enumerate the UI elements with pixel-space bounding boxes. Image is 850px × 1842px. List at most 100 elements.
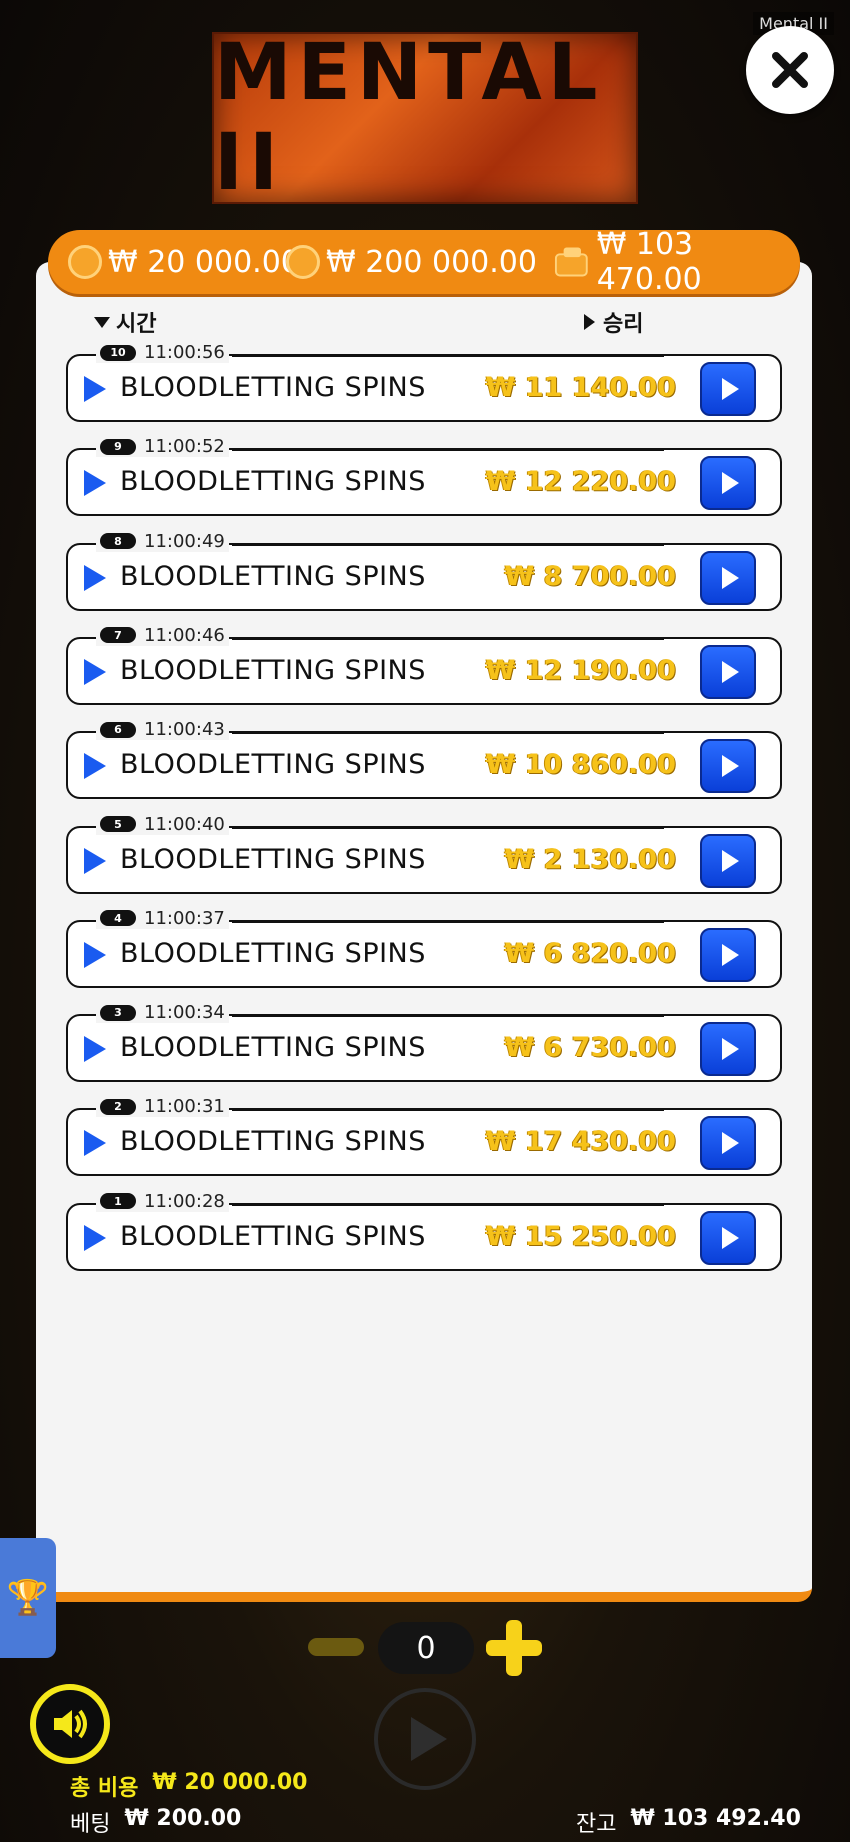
row-win-amount: ₩ 2 130.00 [504, 843, 676, 875]
play-icon [721, 1132, 739, 1155]
replay-button[interactable] [700, 1210, 756, 1265]
row-meta: 7 11:00:46 [96, 624, 664, 646]
row-feature-label: BLOODLETTING SPINS [120, 1220, 426, 1252]
spin-stepper: 0 [0, 1618, 850, 1678]
row-feature-label: BLOODLETTING SPINS [120, 937, 426, 969]
replay-button[interactable] [700, 644, 756, 699]
sort-win-header[interactable]: 승리 [584, 306, 643, 338]
row-time: 11:00:40 [144, 813, 225, 835]
row-index-badge: 3 [100, 1004, 136, 1021]
row-win-amount: ₩ 12 190.00 [485, 654, 676, 686]
play-icon [411, 1717, 447, 1761]
row-meta: 6 11:00:43 [96, 719, 664, 741]
play-icon [84, 1130, 106, 1157]
decrease-button[interactable] [308, 1638, 364, 1656]
logo-text: MENTAL II [214, 28, 604, 208]
row-time: 11:00:49 [144, 530, 225, 552]
replay-button[interactable] [700, 362, 756, 416]
balance-label: 잔고 [576, 1812, 617, 1837]
play-icon [721, 566, 739, 589]
win-header-label: 승리 [603, 312, 644, 337]
time-header-label: 시간 [116, 312, 157, 337]
row-time: 11:00:56 [144, 342, 225, 363]
row-meta: 10 11:00:56 [96, 342, 664, 363]
increase-button[interactable] [486, 1620, 542, 1676]
replay-button[interactable] [700, 1022, 756, 1077]
row-index-badge: 8 [100, 533, 136, 550]
row-time: 11:00:46 [144, 624, 225, 646]
sort-time-header[interactable]: 시간 [94, 306, 156, 338]
balance-stat: ₩ 103 470.00 [554, 227, 800, 297]
row-meta: 4 11:00:37 [96, 907, 664, 929]
play-icon [84, 1224, 106, 1251]
row-meta: 8 11:00:49 [96, 530, 664, 552]
row-time: 11:00:28 [144, 1190, 225, 1212]
replay-button[interactable] [700, 1116, 756, 1171]
stats-bar: ₩ 20 000.00 ₩ 200 000.00 ₩ 103 470.00 [48, 227, 800, 297]
row-feature-label: BLOODLETTING SPINS [120, 1032, 426, 1064]
footer-balance: 잔고 ₩ 103 492.40 [576, 1806, 801, 1838]
play-icon [721, 943, 739, 966]
play-icon [721, 660, 739, 683]
total-bet-stat: ₩ 20 000.00 [68, 245, 300, 280]
row-win-amount: ₩ 12 220.00 [485, 466, 676, 498]
balance-value: ₩ 103 470.00 [596, 227, 702, 297]
spin-button[interactable] [374, 1688, 476, 1790]
sound-button[interactable] [30, 1684, 110, 1764]
row-meta: 1 11:00:28 [96, 1190, 664, 1212]
replay-button[interactable] [700, 927, 756, 982]
total-cost: 총 비용 ₩ 20 000.00 [70, 1770, 308, 1802]
row-feature-label: BLOODLETTING SPINS [120, 1126, 426, 1158]
row-feature-label: BLOODLETTING SPINS [120, 749, 426, 781]
row-time: 11:00:43 [144, 719, 225, 741]
row-index-badge: 4 [100, 910, 136, 927]
row-win-amount: ₩ 6 820.00 [504, 937, 676, 969]
row-win-amount: ₩ 6 730.00 [504, 1032, 676, 1064]
replay-button[interactable] [700, 739, 756, 794]
stepper-value: 0 [378, 1622, 474, 1674]
play-icon [84, 376, 106, 402]
bet: 베팅 ₩ 200.00 [70, 1806, 241, 1838]
row-win-amount: ₩ 11 140.00 [485, 372, 676, 403]
play-icon [84, 941, 106, 968]
total-bet-value: ₩ 20 000.00 [108, 244, 300, 280]
row-meta: 2 11:00:31 [96, 1096, 664, 1118]
row-index-badge: 1 [100, 1193, 136, 1210]
row-index-badge: 9 [100, 438, 136, 455]
row-time: 11:00:31 [144, 1096, 225, 1118]
row-feature-label: BLOODLETTING SPINS [120, 466, 426, 498]
play-icon [84, 564, 106, 591]
play-icon [721, 1226, 739, 1249]
game-logo: MENTAL II [212, 28, 638, 208]
row-win-amount: ₩ 8 700.00 [504, 560, 676, 592]
history-row: 7 11:00:46 BLOODLETTING SPINS ₩ 12 190.00 [66, 624, 782, 705]
bet-label: 베팅 [70, 1812, 111, 1837]
replay-button[interactable] [700, 456, 756, 511]
row-feature-label: BLOODLETTING SPINS [120, 843, 426, 875]
close-button[interactable] [746, 26, 834, 114]
replay-button[interactable] [700, 833, 756, 888]
row-time: 11:00:37 [144, 907, 225, 929]
history-row: 2 11:00:31 BLOODLETTING SPINS ₩ 17 430.00 [66, 1096, 782, 1177]
total-cost-label: 총 비용 [70, 1776, 139, 1801]
sort-desc-icon [94, 316, 110, 328]
coin-icon [286, 245, 320, 279]
play-icon [84, 1036, 106, 1063]
row-index-badge: 5 [100, 816, 136, 832]
max-win-stat: ₩ 200 000.00 [286, 245, 537, 280]
history-row: 10 11:00:56 BLOODLETTING SPINS ₩ 11 140.00 [66, 342, 782, 422]
bet-value: ₩ 200.00 [124, 1806, 242, 1831]
row-feature-label: BLOODLETTING SPINS [120, 560, 426, 592]
row-time: 11:00:52 [144, 436, 225, 458]
row-feature-label: BLOODLETTING SPINS [120, 372, 426, 403]
row-meta: 5 11:00:40 [96, 813, 664, 835]
row-index-badge: 7 [100, 627, 136, 644]
row-time: 11:00:34 [144, 1002, 225, 1024]
replay-button[interactable] [700, 550, 756, 605]
play-icon [84, 847, 106, 874]
row-win-amount: ₩ 17 430.00 [485, 1126, 676, 1158]
row-win-amount: ₩ 10 860.00 [485, 749, 676, 781]
history-row: 9 11:00:52 BLOODLETTING SPINS ₩ 12 220.00 [66, 436, 782, 517]
row-feature-label: BLOODLETTING SPINS [120, 654, 426, 686]
close-icon [772, 52, 808, 88]
